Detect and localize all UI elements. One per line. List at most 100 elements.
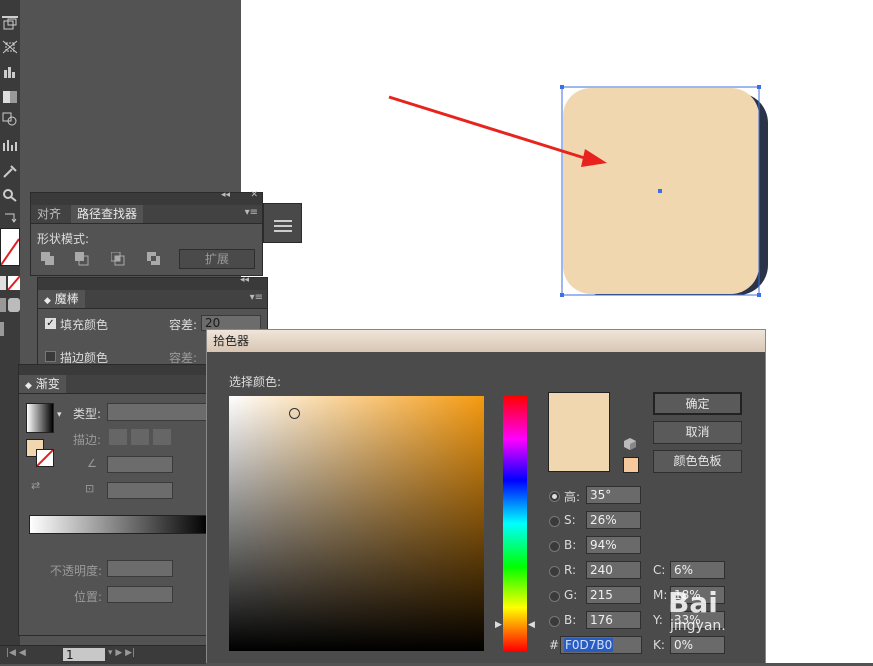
position-select[interactable] [107,586,173,603]
panel-tabs: 对齐 路径查找器 ▾≡ [31,205,262,224]
type-label: 类型: [73,407,102,421]
tab-label: 魔棒 [54,292,79,306]
hex-value-selected: F0D7B0 [564,638,614,652]
tab-label: 渐变 [35,377,60,391]
saturation-input[interactable]: 26% [586,511,641,529]
green-radio[interactable] [549,591,560,602]
swap-colors-icon[interactable] [2,210,18,224]
blue-input[interactable]: 176 [586,611,641,629]
collapse-icon[interactable]: ◂◂ [240,275,249,285]
tab-pathfinder[interactable]: 路径查找器 [71,205,144,223]
magenta-label: M: [653,588,668,602]
tab-align[interactable]: 对齐 [31,205,67,223]
tab-magic-wand[interactable]: ◆ 魔棒 [38,290,85,308]
dialog-title[interactable]: 拾色器 [207,330,765,352]
expand-button[interactable]: 扩展 [179,249,255,269]
tool-icon-1[interactable] [2,2,18,18]
shape-builder-icon[interactable] [2,112,18,126]
panel-titlebar[interactable]: ◂◂ ✕ [31,190,262,205]
hex-label: # [549,638,560,652]
aspect-ratio-select[interactable] [107,482,173,499]
minus-front-icon[interactable] [75,252,89,269]
watermark-line2: jingyan. [670,618,726,634]
screen-mode-icon[interactable] [8,298,20,312]
collapsed-panel-dock[interactable] [263,203,302,243]
dropdown-icon[interactable]: ▾ [57,410,62,420]
slice-tool-icon[interactable] [2,40,18,54]
new-color-swatch [548,392,610,472]
intersect-icon[interactable] [110,251,125,269]
brightness-input[interactable]: 94% [586,536,641,554]
stroke-options-icons[interactable] [109,429,173,445]
black-label: K: [653,638,665,652]
collapse-icon[interactable]: ◂◂ [221,190,230,200]
gradient-tool-icon[interactable] [2,90,18,104]
next-page-icon[interactable]: ▾ ▶ ▶| [108,648,135,658]
stroke-color-checkbox[interactable] [45,351,56,362]
panel-titlebar[interactable]: ◂◂ [38,275,267,290]
cyan-input[interactable]: 6% [670,561,725,579]
type-select[interactable] [107,403,207,421]
red-radio[interactable] [549,566,560,577]
none-mode-icon[interactable] [7,275,21,291]
color-selector-circle[interactable] [289,408,300,419]
panel-menu-icon[interactable]: ▾≡ [245,207,258,218]
hue-input[interactable]: 35° [586,486,641,504]
hue-label: 高: [564,490,581,504]
graph-tool-icon[interactable] [2,64,18,78]
red-arrow [388,95,592,162]
extra-tool-icon[interactable] [0,322,4,336]
blue-radio[interactable] [549,616,560,627]
first-page-icon[interactable]: |◀ ◀ [6,648,26,658]
saturation-radio[interactable] [549,516,560,527]
gradient-slider[interactable] [29,515,209,534]
brightness-radio[interactable] [549,541,560,552]
expand-arrows-icon: ◆ [25,381,32,391]
saturation-brightness-field[interactable] [229,396,484,651]
select-color-label: 选择颜色: [229,375,282,389]
column-graph-icon[interactable] [2,138,18,152]
gradient-swatch[interactable] [26,403,54,433]
gradient-panel: ◆ 渐变 ▾ 类型: 描边: ∠ ⊡ ⇄ 不透明度: 位置: [18,364,210,636]
saturation-label: S: [564,513,576,527]
red-input[interactable]: 240 [586,561,641,579]
angle-icon: ∠ [87,457,97,470]
close-icon[interactable]: ✕ [250,190,258,200]
eyedropper-icon[interactable] [2,164,18,178]
tools-panel [0,0,21,663]
reverse-gradient-icon[interactable]: ⇄ [31,479,40,492]
black-input[interactable]: 0% [670,636,725,654]
tolerance-label: 容差: [169,318,198,332]
hue-slider[interactable] [503,396,527,651]
stroke-label: 描边: [73,433,102,447]
hex-input[interactable]: F0D7B0 [560,636,642,654]
panel-menu-icon[interactable]: ▾≡ [250,292,263,303]
page-number-input[interactable]: 1 [62,647,106,662]
unite-icon[interactable] [41,252,55,269]
green-input[interactable]: 215 [586,586,641,604]
hue-radio[interactable] [549,491,560,502]
baidu-watermark: Bai jingyan. [668,588,726,635]
color-swatches-button[interactable]: 颜色色板 [653,450,742,473]
exclude-icon[interactable] [147,252,161,269]
tab-gradient[interactable]: ◆ 渐变 [19,375,66,393]
menu-icon[interactable] [274,220,292,222]
artboard-tool-icon[interactable] [2,18,18,32]
panel-titlebar[interactable] [19,365,209,375]
hue-slider-right-handle[interactable]: ◀ [528,620,535,630]
color-mode-icon[interactable] [0,276,6,290]
ok-button[interactable]: 确定 [653,392,742,415]
zoom-tool-icon[interactable] [2,188,18,202]
angle-select[interactable] [107,456,173,473]
draw-mode-icon[interactable] [0,298,6,312]
web-color-swatch[interactable] [623,457,639,473]
stroke-swatch[interactable] [36,449,54,467]
web-safe-cube-icon[interactable] [624,438,636,453]
cancel-button[interactable]: 取消 [653,421,742,444]
hue-slider-left-handle[interactable]: ▶ [495,620,502,630]
fill-color-checkbox[interactable]: ✓ [45,318,56,329]
yellow-label: Y: [653,613,663,627]
opacity-select[interactable] [107,560,173,577]
fill-stroke-icon[interactable] [0,228,20,266]
expand-arrows-icon: ◆ [44,296,51,306]
